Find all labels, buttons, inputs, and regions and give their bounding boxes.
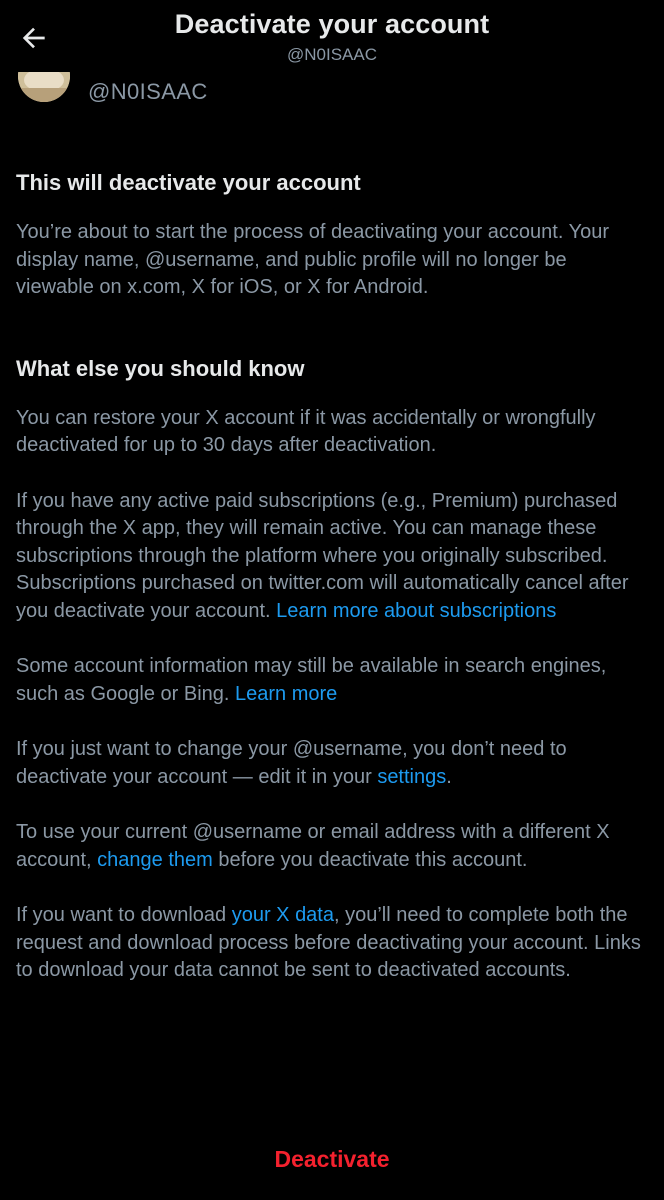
deactivate-button[interactable]: Deactivate <box>254 1140 409 1179</box>
change-username-end: before you deactivate this account. <box>218 848 528 871</box>
restore-paragraph: You can restore your X account if it was… <box>16 406 596 457</box>
learn-more-link[interactable]: Learn more <box>235 683 337 705</box>
section-know-title: What else you should know <box>16 355 305 381</box>
change-username-paragraph: To use your current @username or email a… <box>16 819 648 874</box>
subscriptions-paragraph: If you have any active paid subscription… <box>16 488 648 626</box>
your-x-data-link[interactable]: your X data <box>232 904 334 926</box>
search-engines-paragraph: Some account information may still be av… <box>16 653 648 708</box>
page-subtitle: @N0ISAAC <box>286 45 377 64</box>
download-data-paragraph: If you want to download your X data, you… <box>16 902 648 985</box>
main-content: This will deactivate your account You’re… <box>16 168 648 985</box>
footer: Deactivate <box>0 1140 664 1179</box>
section-deactivate-body: You’re about to start the process of dea… <box>16 221 609 298</box>
account-handle: @N0ISAAC <box>88 79 208 104</box>
top-bar: Deactivate your account @N0ISAAC <box>0 0 664 72</box>
username-text: If you just want to change your @usernam… <box>16 738 567 788</box>
settings-link[interactable]: settings <box>377 766 446 788</box>
download-data-text: If you want to download <box>16 904 227 926</box>
section-deactivate-title: This will deactivate your account <box>16 170 361 195</box>
username-paragraph: If you just want to change your @usernam… <box>16 736 648 791</box>
username-end: . <box>446 765 452 788</box>
learn-more-subscriptions-link[interactable]: Learn more about subscriptions <box>276 600 556 622</box>
change-them-link[interactable]: change them <box>97 849 213 871</box>
page-title: Deactivate your account <box>174 9 490 39</box>
